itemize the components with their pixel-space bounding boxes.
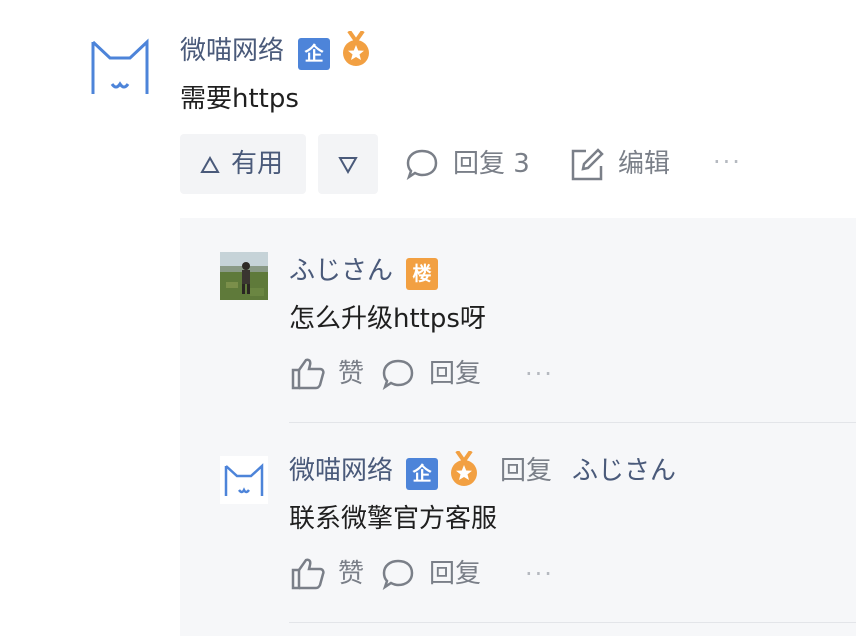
like-button[interactable]: 赞: [290, 556, 370, 592]
medal-icon: [449, 449, 479, 489]
answer-content: 需要https: [180, 84, 299, 114]
user-avatar[interactable]: [220, 252, 268, 300]
user-avatar[interactable]: [220, 456, 268, 504]
thumbs-up-icon: [291, 358, 325, 390]
more-options-icon[interactable]: ···: [525, 562, 554, 586]
triangle-down-icon: [338, 157, 358, 174]
upvote-button[interactable]: 有用: [180, 134, 306, 194]
reply-to-user-link[interactable]: ふじさん: [572, 456, 676, 486]
triangle-up-icon: [200, 156, 220, 173]
like-label: 赞: [338, 359, 365, 389]
edit-button[interactable]: 编辑: [570, 146, 680, 182]
comments-panel: [180, 218, 856, 636]
reply-count-label: 回复 3: [453, 149, 530, 179]
comment-divider: [289, 422, 856, 423]
comment-reply-label: 回复: [429, 359, 482, 389]
downvote-button[interactable]: [318, 134, 378, 194]
upvote-label: 有用: [231, 149, 284, 179]
comment-content: 怎么升级https呀: [289, 304, 486, 334]
enterprise-badge: 企: [406, 458, 438, 490]
cat-logo-icon: [91, 38, 149, 94]
comment-content: 联系微擎官方客服: [289, 504, 498, 534]
more-options-icon[interactable]: ···: [713, 150, 742, 174]
thumbs-up-icon: [291, 558, 325, 590]
avatar-photo: [220, 252, 268, 300]
comment-divider: [289, 622, 856, 623]
like-button[interactable]: 赞: [290, 356, 370, 392]
reply-button[interactable]: 回复 3: [405, 146, 540, 182]
answer-author-name[interactable]: 微喵网络: [180, 36, 284, 66]
answer-avatar[interactable]: [88, 36, 152, 100]
comment-author-name[interactable]: 微喵网络: [289, 456, 393, 486]
comment-reply-button[interactable]: 回复: [381, 356, 491, 392]
cat-logo-icon: [224, 463, 264, 496]
comment-author-name[interactable]: ふじさん: [289, 256, 393, 286]
comment-bubble-icon: [382, 359, 414, 390]
comment-bubble-icon: [406, 149, 438, 180]
op-badge: 楼: [406, 258, 438, 290]
comment-reply-button[interactable]: 回复: [381, 556, 491, 592]
comment-reply-label: 回复: [429, 559, 482, 589]
medal-icon: [341, 29, 371, 69]
like-label: 赞: [338, 559, 365, 589]
more-options-icon[interactable]: ···: [525, 362, 554, 386]
edit-icon: [571, 148, 604, 181]
edit-label: 编辑: [618, 149, 671, 179]
enterprise-badge: 企: [298, 38, 330, 70]
comment-bubble-icon: [382, 559, 414, 590]
reply-word: 回复: [500, 456, 553, 486]
